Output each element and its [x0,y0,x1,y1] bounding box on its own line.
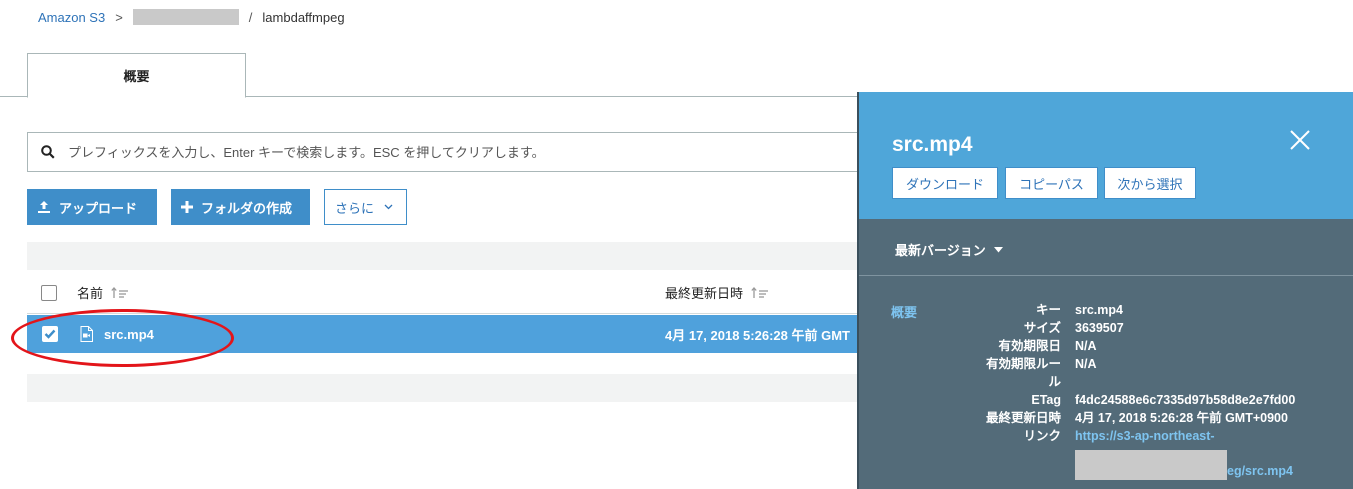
upload-button[interactable]: アップロード [27,189,157,225]
close-icon[interactable] [1289,129,1311,154]
panel-divider [859,275,1353,276]
upload-icon [37,200,51,214]
prop-expiry-label: 有効期限日 [998,339,1061,353]
prop-rule-value: N/A [1075,357,1097,371]
column-name-label: 名前 [77,286,104,301]
select-all-checkbox[interactable] [41,284,57,301]
row-checkbox[interactable] [42,326,58,342]
tab-bar: 概要 [0,53,860,98]
select-from-button[interactable]: 次から選択 [1104,167,1196,199]
chevron-down-icon [384,204,393,210]
prop-rule-label: 有効期限ルー [985,357,1061,371]
search-box [27,132,867,172]
breadcrumb: Amazon S3 > / lambdaffmpeg [38,9,345,25]
upload-button-label: アップロード [59,200,138,216]
prop-size-value: 3639507 [1075,321,1124,335]
create-folder-button-label: フォルダの作成 [201,200,293,216]
prop-etag-label: ETag [1031,393,1061,407]
column-header-name[interactable]: 名前 [77,283,129,302]
prop-key-label: キー [1035,303,1061,317]
prop-key-value: src.mp4 [1075,303,1123,317]
panel-title: src.mp4 [892,133,973,156]
breadcrumb-slash: / [248,9,253,25]
caret-down-icon [993,246,1003,253]
plus-icon [181,201,193,213]
search-icon [28,145,68,159]
object-detail-panel: src.mp4 ダウンロード コピーパス 次から選択 最新バージョン 概要 キー… [857,92,1353,489]
object-url-link[interactable]: https://s3-ap-northeast- [1075,427,1215,445]
download-button[interactable]: ダウンロード [892,167,998,199]
more-actions-label: さらに [335,200,375,216]
table-row[interactable]: src.mp4 4月 17, 2018 5:26:28 午前 GMT [27,315,860,353]
tab-overview[interactable]: 概要 [27,53,246,98]
table-toolbar-strip [27,242,860,270]
checkmark-icon [44,329,56,339]
prop-expiry-value: N/A [1075,339,1097,353]
search-input[interactable] [68,144,866,160]
breadcrumb-redacted-bucket [132,9,239,25]
video-file-icon [80,326,93,342]
copy-path-button[interactable]: コピーパス [1005,167,1098,199]
breadcrumb-amazon-s3-link[interactable]: Amazon S3 [38,10,105,25]
panel-header: src.mp4 ダウンロード コピーパス 次から選択 [859,92,1353,219]
table-header: 名前 最終更新日時 [27,272,860,314]
prop-modified-value: 4月 17, 2018 5:26:28 午前 GMT+0900 [1075,411,1288,425]
prop-modified-label: 最終更新日時 [985,411,1061,425]
prop-size-label: サイズ [1023,321,1061,335]
create-folder-button[interactable]: フォルダの作成 [171,189,310,225]
breadcrumb-current-folder: lambdaffmpeg [262,9,345,25]
file-modified-date: 4月 17, 2018 5:26:28 午前 GMT [665,327,850,343]
prop-etag-value: f4dc24588e6c7335d97b58d8e2e7fd00 [1075,393,1296,407]
sort-icon[interactable] [751,286,769,299]
prop-link-label: リンク [1023,429,1061,443]
prop-rule-label-wrap: ル [1048,375,1061,389]
object-url-link-tail[interactable]: eg/src.mp4 [1227,462,1293,480]
file-name-link[interactable]: src.mp4 [104,327,154,342]
breadcrumb-separator: > [115,9,123,25]
sort-icon[interactable] [111,286,129,299]
table-footer-strip [27,374,860,402]
column-header-modified[interactable]: 最終更新日時 [665,283,769,302]
version-label: 最新バージョン [895,243,986,258]
column-modified-label: 最終更新日時 [665,286,744,301]
more-actions-dropdown[interactable]: さらに [324,189,407,225]
version-dropdown[interactable]: 最新バージョン [895,240,1003,259]
redacted-url-block [1075,450,1227,480]
